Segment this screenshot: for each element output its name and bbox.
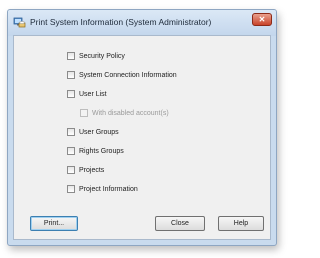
user-groups-checkbox[interactable] (67, 128, 75, 136)
user-groups-label: User Groups (79, 128, 119, 136)
rights-groups-checkbox[interactable] (67, 147, 75, 155)
dialog-client-area: Security Policy System Connection Inform… (13, 35, 271, 240)
user-list-label: User List (79, 90, 107, 98)
print-system-information-dialog: Print System Information (System Adminis… (7, 9, 277, 246)
projects-checkbox[interactable] (67, 166, 75, 174)
system-connection-information-label: System Connection Information (79, 71, 177, 79)
option-user-groups[interactable]: User Groups (67, 126, 119, 138)
project-information-checkbox[interactable] (67, 185, 75, 193)
project-information-label: Project Information (79, 185, 138, 193)
help-button[interactable]: Help (218, 216, 264, 231)
with-disabled-accounts-label: With disabled account(s) (92, 109, 169, 117)
close-button[interactable]: Close (155, 216, 205, 231)
security-policy-label: Security Policy (79, 52, 125, 60)
close-window-button[interactable]: ✕ (252, 13, 272, 26)
close-icon: ✕ (258, 15, 266, 24)
option-projects[interactable]: Projects (67, 164, 104, 176)
option-project-information[interactable]: Project Information (67, 183, 138, 195)
print-button[interactable]: Print... (30, 216, 78, 231)
option-security-policy[interactable]: Security Policy (67, 50, 125, 62)
option-user-list[interactable]: User List (67, 88, 107, 100)
rights-groups-label: Rights Groups (79, 147, 124, 155)
window-title: Print System Information (System Adminis… (30, 17, 212, 27)
system-connection-information-checkbox[interactable] (67, 71, 75, 79)
user-list-checkbox[interactable] (67, 90, 75, 98)
title-bar[interactable]: Print System Information (System Adminis… (8, 10, 276, 36)
printer-computer-icon (13, 16, 26, 28)
with-disabled-accounts-checkbox (80, 109, 88, 117)
option-system-connection-information[interactable]: System Connection Information (67, 69, 177, 81)
security-policy-checkbox[interactable] (67, 52, 75, 60)
projects-label: Projects (79, 166, 105, 174)
option-rights-groups[interactable]: Rights Groups (67, 145, 124, 157)
option-with-disabled-accounts: With disabled account(s) (80, 107, 169, 119)
